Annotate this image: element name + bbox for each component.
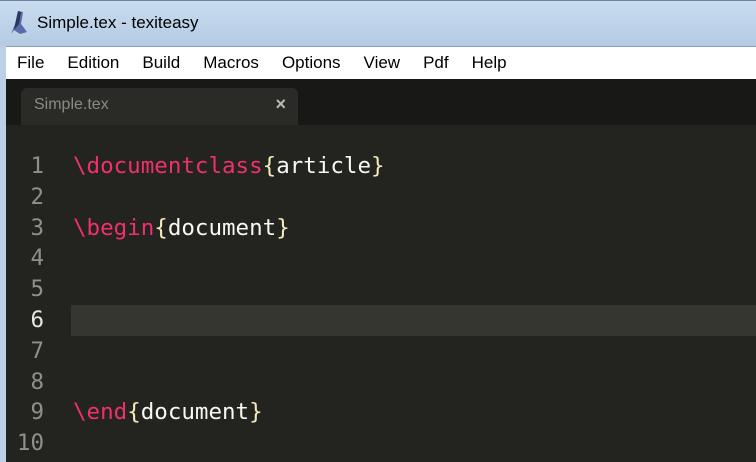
menu-edition[interactable]: Edition (56, 53, 130, 73)
line-number: 4 (30, 245, 44, 272)
code-line[interactable]: 8 (6, 367, 756, 398)
code-text: \end{document} (73, 397, 263, 428)
menu-build[interactable]: Build (131, 53, 191, 73)
line-number: 6 (30, 307, 44, 333)
code-line[interactable]: 2 (6, 182, 756, 213)
texiteasy-logo-icon (11, 11, 27, 34)
line-number: 7 (30, 337, 44, 364)
code-line[interactable]: 9 \end{document} (6, 397, 756, 428)
window-title: Simple.tex - texiteasy (37, 13, 199, 32)
line-number: 5 (30, 276, 44, 303)
brace: } (276, 214, 290, 241)
code-line[interactable]: 5 (6, 274, 756, 305)
menu-bar: File Edition Build Macros Options View P… (6, 46, 756, 79)
menu-macros[interactable]: Macros (192, 53, 270, 73)
brace: } (249, 399, 263, 426)
menu-pdf[interactable]: Pdf (412, 53, 460, 73)
current-line-highlight (71, 305, 756, 336)
line-number: 1 (30, 153, 44, 179)
code-line[interactable]: 1 \documentclass{article} (6, 151, 756, 182)
line-number: 2 (30, 183, 44, 210)
menu-file[interactable]: File (6, 53, 55, 73)
latex-argument: document (140, 399, 250, 426)
tab-simple-tex[interactable]: Simple.tex × (21, 88, 298, 125)
tab-bar: Simple.tex × (6, 79, 756, 125)
latex-command: \documentclass (73, 153, 263, 179)
brace: { (262, 153, 277, 179)
code-editor[interactable]: 1 \documentclass{article} 2 3 \begin{documen… (6, 125, 756, 462)
menu-help[interactable]: Help (461, 53, 518, 73)
latex-command: \end (73, 399, 128, 426)
tab-label: Simple.tex (34, 96, 109, 113)
brace: } (371, 153, 385, 179)
menu-view[interactable]: View (353, 53, 412, 73)
code-line[interactable]: 10 (6, 428, 756, 459)
code-line[interactable]: 4 (6, 243, 756, 274)
code-line[interactable]: 3 \begin{document} (6, 213, 756, 244)
code-line[interactable]: 6 (6, 305, 756, 336)
line-number: 9 (30, 399, 44, 426)
latex-argument: document (167, 214, 277, 241)
menu-options[interactable]: Options (271, 53, 352, 73)
latex-command: \begin (73, 214, 155, 241)
close-icon[interactable]: × (275, 94, 286, 115)
line-number: 3 (30, 214, 44, 241)
latex-argument: article (276, 153, 372, 179)
brace: { (127, 399, 141, 426)
code-text: \documentclass{article} (73, 151, 385, 182)
brace: { (154, 214, 168, 241)
line-number: 10 (16, 430, 44, 457)
code-line[interactable]: 7 (6, 336, 756, 367)
title-bar: Simple.tex - texiteasy (0, 0, 756, 46)
code-text: \begin{document} (73, 213, 290, 244)
line-number: 8 (30, 368, 44, 395)
